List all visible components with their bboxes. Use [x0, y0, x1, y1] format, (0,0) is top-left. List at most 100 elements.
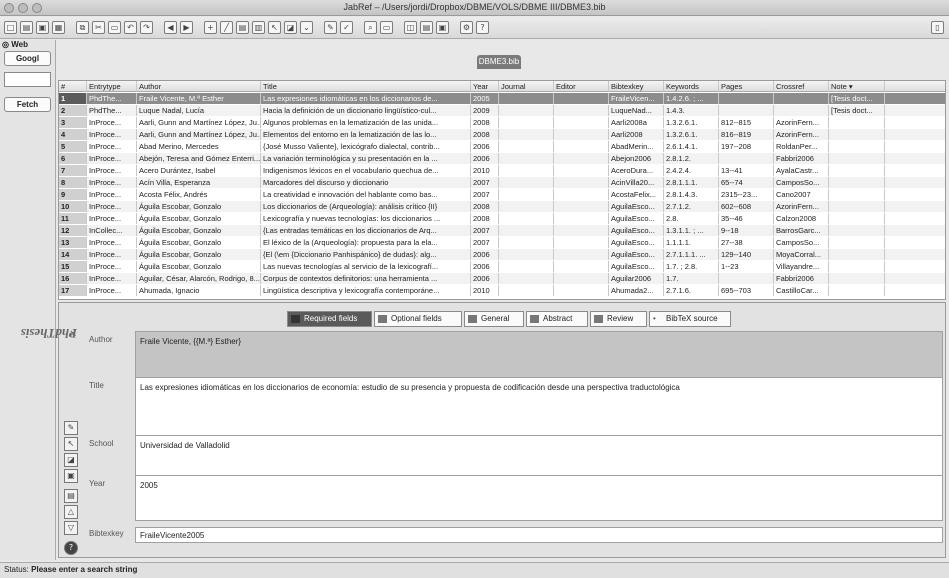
table-row[interactable]: 1 PhdThe... Fraile Vicente, M.ª Esther Las … — [59, 93, 945, 104]
edit-strings-icon[interactable]: ▥ — [252, 21, 265, 34]
web-search-input[interactable] — [4, 72, 51, 87]
table-row[interactable]: 16 InProce... Aguilar, César, Alarcón, Rod… — [59, 273, 945, 284]
next-entry-icon[interactable]: ▽ — [64, 521, 78, 535]
header-col-num[interactable]: # — [59, 81, 87, 92]
goto-entry-icon[interactable]: ↖ — [64, 437, 78, 451]
table-row[interactable]: 17 InProce... Ahumada, Ignacio Lingüística … — [59, 285, 945, 296]
tab-general[interactable]: General — [464, 311, 524, 327]
header-col-crossref[interactable]: Crossref — [774, 81, 829, 92]
table-row[interactable]: 15 InProce... Águila Escobar, Gonzalo Las n… — [59, 261, 945, 272]
table-row[interactable]: 5 InProce... Abad Merino, Mercedes {José Mu… — [59, 141, 945, 152]
header-col-journal[interactable]: Journal — [499, 81, 554, 92]
cell-note — [829, 117, 885, 128]
edit-preamble-icon[interactable]: ▤ — [236, 21, 249, 34]
database-tab[interactable]: DBME3.bib — [477, 55, 521, 69]
new-database-icon[interactable]: □ — [4, 21, 17, 34]
table-row[interactable]: 10 InProce... Águila Escobar, Gonzalo Los d… — [59, 201, 945, 212]
header-col-pages[interactable]: Pages — [719, 81, 774, 92]
close-editor-icon[interactable]: × — [70, 325, 77, 341]
cell-num: 9 — [59, 189, 87, 200]
cut-icon[interactable]: ✂ — [92, 21, 105, 34]
header-col-author[interactable]: Author — [137, 81, 261, 92]
table-row[interactable]: 9 InProce... Acosta Félix, Andrés La creati… — [59, 189, 945, 200]
edit-icon[interactable]: ✎ — [64, 421, 78, 435]
new-entry-icon[interactable]: + — [204, 21, 217, 34]
pencil-icon[interactable]: ✎ — [324, 21, 337, 34]
year-field[interactable]: 2005 — [135, 475, 943, 521]
year-row: Year 2005 — [85, 475, 943, 521]
copy-icon[interactable]: ⧉ — [76, 21, 89, 34]
generate-key-icon[interactable]: ◪ — [64, 453, 78, 467]
search-icon[interactable]: ⌕ — [364, 21, 377, 34]
edit-entry-icon[interactable]: ╱ — [220, 21, 233, 34]
table-row[interactable]: 12 InCollec... Águila Escobar, Gonzalo {Las… — [59, 225, 945, 236]
cell-note — [829, 141, 885, 152]
table-row[interactable]: 2 PhdThe... Luque Nadal, Lucía Hacia la def… — [59, 105, 945, 116]
paste-icon[interactable]: ▭ — [108, 21, 121, 34]
fetch-button[interactable]: Fetch — [4, 97, 51, 112]
help-circle-icon[interactable]: ? — [64, 541, 78, 555]
open-database-icon[interactable]: ▤ — [20, 21, 33, 34]
cell-entrytype: PhdThe... — [87, 93, 137, 104]
save-all-icon[interactable]: ▦ — [52, 21, 65, 34]
store-entry-icon[interactable]: ▣ — [64, 469, 78, 483]
table-row[interactable]: 8 InProce... Acín Villa, Esperanza Marcador… — [59, 177, 945, 188]
cell-title: {Las entradas temáticas en los diccionar… — [261, 225, 471, 236]
copy-entry-icon[interactable]: ▤ — [64, 489, 78, 503]
header-col-year[interactable]: Year — [471, 81, 499, 92]
cell-num: 13 — [59, 237, 87, 248]
save-database-icon[interactable]: ▣ — [36, 21, 49, 34]
header-col-note[interactable]: Note ▾ — [829, 81, 885, 92]
header-col-bibtexkey[interactable]: Bibtexkey — [609, 81, 664, 92]
source-icon: • — [653, 314, 656, 323]
cell-note — [829, 237, 885, 248]
cell-crossref — [774, 93, 829, 104]
cell-title: Algunos problemas en la lematización de … — [261, 117, 471, 128]
cleanup-icon[interactable]: ⚙ — [460, 21, 473, 34]
header-col-keywords[interactable]: Keywords — [664, 81, 719, 92]
previous-entry-icon[interactable]: △ — [64, 505, 78, 519]
redo-icon[interactable]: ↷ — [140, 21, 153, 34]
sidepane-toggle-icon[interactable]: ▯ — [931, 21, 944, 34]
bibtexkey-field[interactable]: FraileVicente2005 — [135, 527, 943, 543]
mark-entries-icon[interactable]: ◪ — [284, 21, 297, 34]
cell-note — [829, 201, 885, 212]
cell-crossref: AzorinFern... — [774, 201, 829, 212]
tab-required-fields[interactable]: Required fields — [287, 311, 372, 327]
table-row[interactable]: 13 InProce... Águila Escobar, Gonzalo El lé… — [59, 237, 945, 248]
help-icon[interactable]: ? — [476, 21, 489, 34]
open-url-icon[interactable]: ▣ — [436, 21, 449, 34]
cell-bibtexkey: FraileVicen... — [609, 93, 664, 104]
header-col-entrytype[interactable]: Entrytype — [87, 81, 137, 92]
highlight-icon[interactable]: ✓ — [340, 21, 353, 34]
table-row[interactable]: 14 InProce... Águila Escobar, Gonzalo {El (… — [59, 249, 945, 260]
tab-bibtex-source[interactable]: • BibTeX source — [649, 311, 731, 327]
table-row[interactable]: 7 InProce... Acero Durántez, Isabel Indigen… — [59, 165, 945, 176]
groups-icon[interactable]: ◫ — [404, 21, 417, 34]
tab-optional-fields[interactable]: Optional fields — [374, 311, 462, 327]
forward-icon[interactable]: ▶ — [180, 21, 193, 34]
cell-author: Águila Escobar, Gonzalo — [137, 249, 261, 260]
open-pdf-icon[interactable]: ▤ — [420, 21, 433, 34]
push-to-editor-icon[interactable]: ↖ — [268, 21, 281, 34]
school-field[interactable]: Universidad de Valladolid — [135, 435, 943, 477]
table-row[interactable]: 4 InProce... Aarli, Gunn and Martínez Lópe… — [59, 129, 945, 140]
cell-author: Aguilar, César, Alarcón, Rodrigo, 8... — [139, 273, 261, 284]
table-row[interactable]: 11 InProce... Águila Escobar, Gonzalo Lexic… — [59, 213, 945, 224]
cell-title: Los diccionarios de (Arqueología): análi… — [261, 201, 471, 212]
tab-review[interactable]: Review — [590, 311, 647, 327]
header-col-editor[interactable]: Editor — [554, 81, 609, 92]
unmark-entries-icon[interactable]: ⌄ — [300, 21, 313, 34]
back-icon[interactable]: ◀ — [164, 21, 177, 34]
cell-note — [829, 189, 885, 200]
table-row[interactable]: 6 InProce... Abejón, Teresa and Gómez Ente… — [59, 153, 945, 164]
undo-icon[interactable]: ↶ — [124, 21, 137, 34]
google-scholar-selector[interactable]: Googl — [4, 51, 51, 66]
cell-author: Águila Escobar, Gonzalo — [137, 237, 261, 248]
preview-icon[interactable]: ▭ — [380, 21, 393, 34]
author-field[interactable]: Fraile Vicente, {{M.ª} Esther} — [135, 331, 943, 379]
header-col-title[interactable]: Title — [261, 81, 471, 92]
title-field[interactable]: Las expresiones idiomáticas en los dicci… — [135, 377, 943, 437]
table-row[interactable]: 3 InProce... Aarli, Gunn and Martínez Lópe… — [59, 117, 945, 128]
tab-abstract[interactable]: Abstract — [526, 311, 588, 327]
